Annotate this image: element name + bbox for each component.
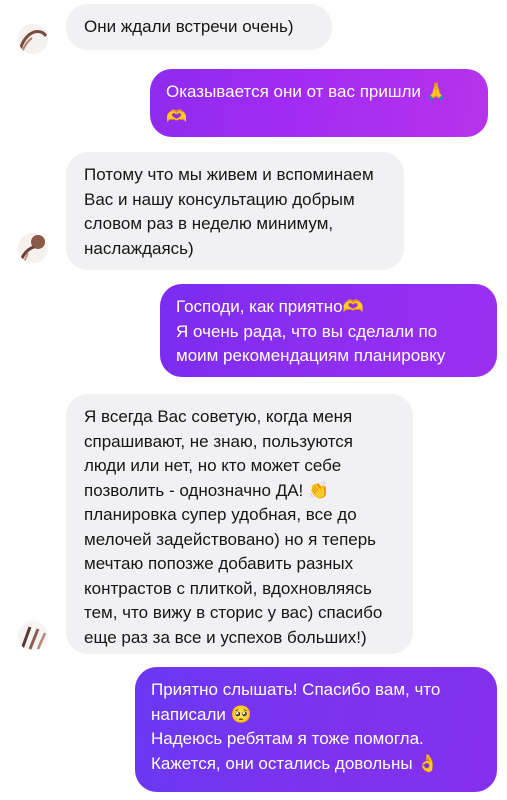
message-text: моим рекомендациям планировку [176, 346, 446, 365]
message-text: Потому что мы живем и вспоминаем [84, 165, 374, 184]
message-text: еще раз за все и успехов больших!) [84, 627, 367, 647]
message-bubble-outgoing[interactable]: Оказывается они от вас пришли 🙏 🫶 [150, 69, 488, 137]
message-text: Я всегда Вас советую, когда меня [84, 407, 353, 426]
message-bubble-incoming[interactable]: Я всегда Вас советую, когда меня спрашив… [66, 394, 413, 654]
message-text: Приятно слышать! Спасибо вам, что [151, 680, 441, 699]
avatar[interactable] [18, 24, 48, 54]
avatar[interactable] [18, 233, 48, 263]
message-bubble-outgoing[interactable]: Приятно слышать! Спасибо вам, что написа… [135, 667, 497, 792]
message-text: Оказывается они от вас пришли 🙏 [166, 82, 447, 101]
message-text: Кажется, они остались довольны 👌 [151, 753, 439, 773]
message-text: написали 🥺 [151, 704, 252, 724]
message-text: Я очень рада, что вы сделали по [176, 321, 438, 341]
message-text: Они ждали встречи очень) [84, 17, 294, 36]
message-text: контрастов с плиткой, вдохновляясь [84, 578, 372, 598]
message-text: мелочей задействовано) но я теперь [84, 529, 377, 549]
message-text: Надеюсь ребятам я тоже помогла. [151, 729, 424, 748]
message-text: спрашивают, не знаю, пользуются [84, 431, 354, 451]
avatar[interactable] [18, 621, 48, 651]
message-bubble-incoming[interactable]: Они ждали встречи очень) [66, 4, 332, 50]
message-text: Вас и нашу консультацию добрым [84, 189, 355, 209]
message-bubble-incoming[interactable]: Потому что мы живем и вспоминаем Вас и н… [66, 152, 404, 270]
message-text: Господи, как приятно🫶 [176, 297, 364, 316]
message-text: словом раз в неделю минимум, [84, 214, 334, 233]
message-text: наслаждаясь) [84, 238, 194, 258]
message-text: планировка супер удобная, все до [84, 505, 357, 524]
message-text: позволить - однозначно ДА! 👏 [84, 480, 330, 500]
message-text: тем, что вижу в сторис у вас) спасибо [84, 603, 383, 622]
heart-hands-emoji-icon: 🫶 [166, 106, 188, 127]
message-bubble-outgoing[interactable]: Господи, как приятно🫶 Я очень рада, что … [160, 284, 497, 377]
message-text: мечтаю попозже добавить разных [84, 554, 354, 573]
message-text: люди или нет, но кто может себе [84, 456, 342, 475]
